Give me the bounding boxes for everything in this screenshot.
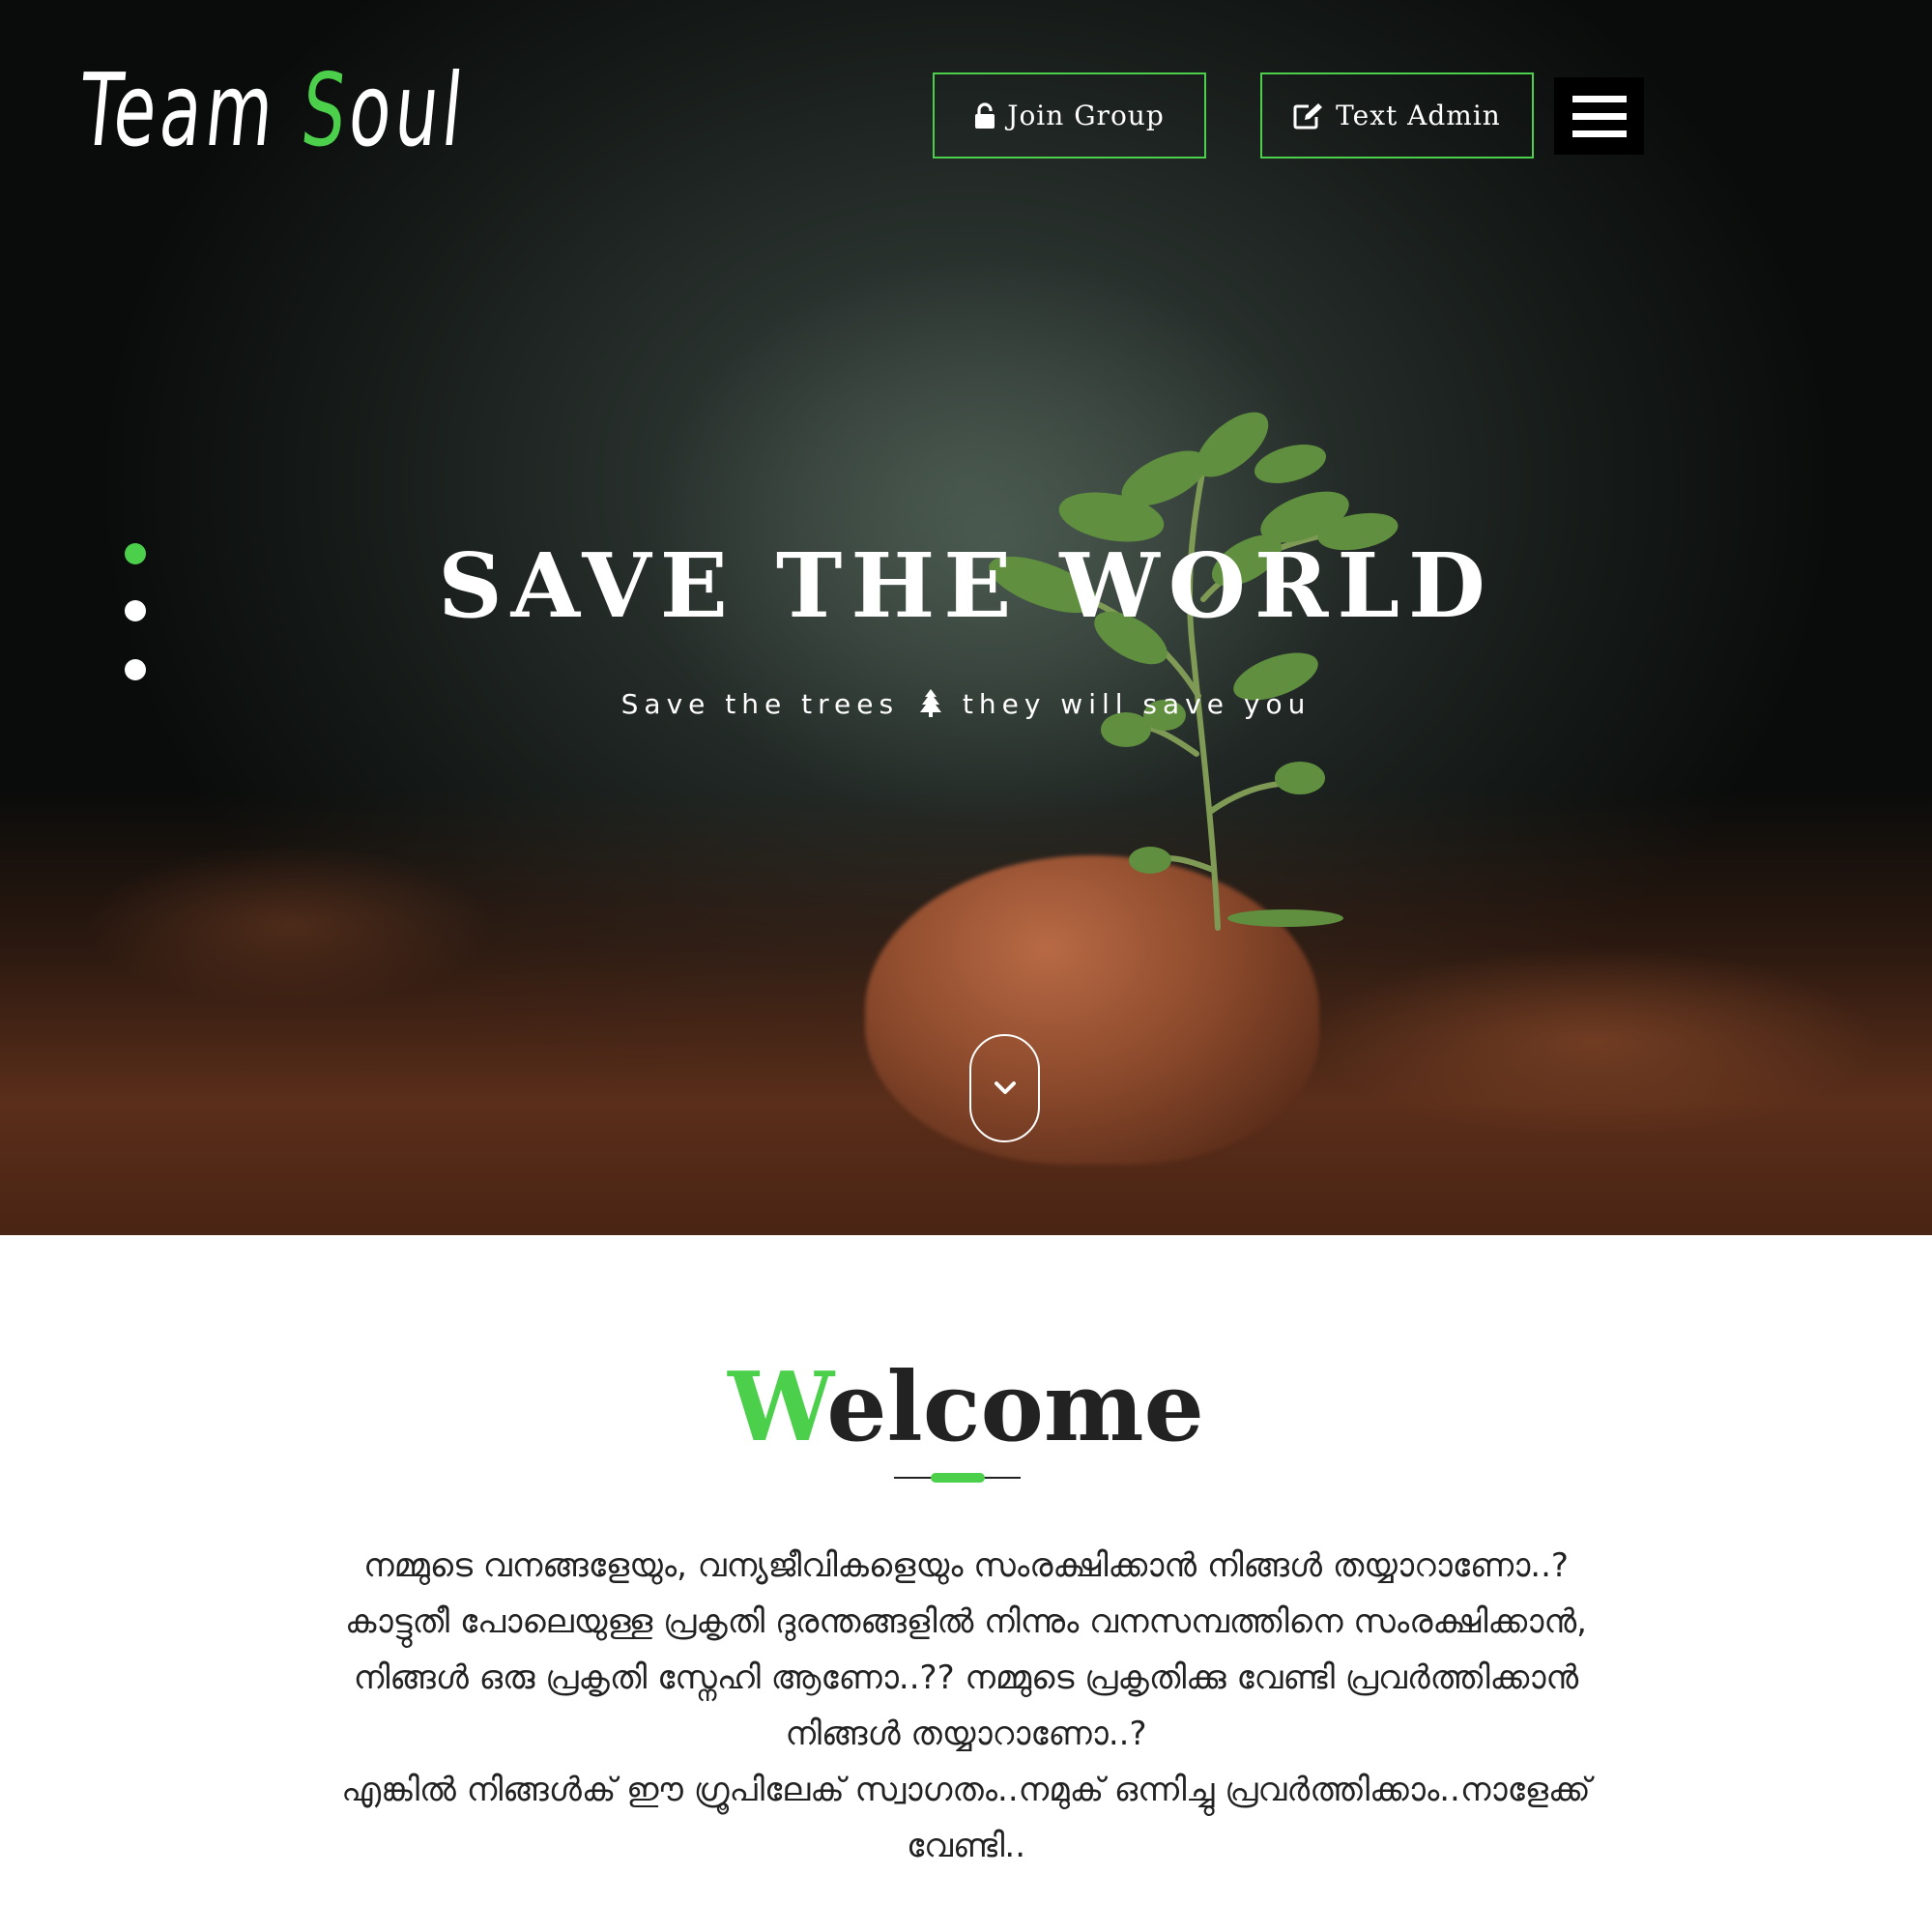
- logo-text-part2: oul: [343, 51, 472, 169]
- welcome-line: നിങ്ങൾ ഒരു പ്രകൃതി സ്നേഹി ആണോ..?? നമ്മുട…: [353, 1658, 1579, 1697]
- welcome-accent-letter: W: [728, 1352, 827, 1463]
- join-group-label: Join Group: [1007, 100, 1165, 131]
- hamburger-menu-icon[interactable]: [1554, 77, 1644, 155]
- welcome-line: വേണ്ടി..: [906, 1827, 1026, 1865]
- unlock-icon: [975, 101, 995, 129]
- hero-title: SAVE THE WORLD: [438, 533, 1494, 638]
- hero-subtitle: Save the trees they will save you: [0, 688, 1932, 718]
- sprout-image: [989, 412, 1399, 931]
- slide-dot-3[interactable]: [125, 659, 146, 680]
- hero-subtitle-before: Save the trees: [620, 688, 900, 720]
- welcome-line: കാട്ടുതീ പോലെയുള്ള പ്രകൃതി ദുരന്തങ്ങളിൽ …: [345, 1602, 1587, 1641]
- welcome-title-rest: elcome: [826, 1352, 1204, 1463]
- hero-subtitle-after: they will save you: [962, 688, 1312, 720]
- text-admin-button[interactable]: Text Admin: [1260, 72, 1534, 159]
- chevron-down-icon: [994, 1081, 1016, 1094]
- logo-text-part1: Team: [74, 51, 308, 169]
- menu-bar: [1572, 130, 1627, 137]
- welcome-paragraph: നമ്മുടെ വനങ്ങളേയും, വന്യജീവികളെയും സംരക്…: [174, 1538, 1758, 1874]
- text-admin-label: Text Admin: [1336, 100, 1501, 131]
- heading-divider-accent: [931, 1473, 985, 1483]
- menu-bar: [1572, 95, 1627, 102]
- hero-section: Team Soul Join Group Text Admin SAVE THE…: [0, 0, 1932, 1235]
- edit-icon: [1293, 102, 1323, 129]
- welcome-line: എങ്കിൽ നിങ്ങൾക് ഈ ഗ്രൂപിലേക് സ്വാഗതം..നമ…: [341, 1771, 1591, 1809]
- tree-icon: [919, 689, 941, 717]
- welcome-line: നിങ്ങൾ തയ്യാറാണോ..?: [785, 1715, 1147, 1753]
- scroll-down-button[interactable]: [969, 1034, 1040, 1142]
- join-group-button[interactable]: Join Group: [933, 72, 1206, 159]
- site-logo[interactable]: Team Soul: [74, 51, 471, 169]
- menu-bar: [1572, 112, 1627, 120]
- welcome-line: നമ്മുടെ വനങ്ങളേയും, വന്യജീവികളെയും സംരക്…: [363, 1546, 1569, 1585]
- welcome-heading: Welcome: [0, 1361, 1932, 1456]
